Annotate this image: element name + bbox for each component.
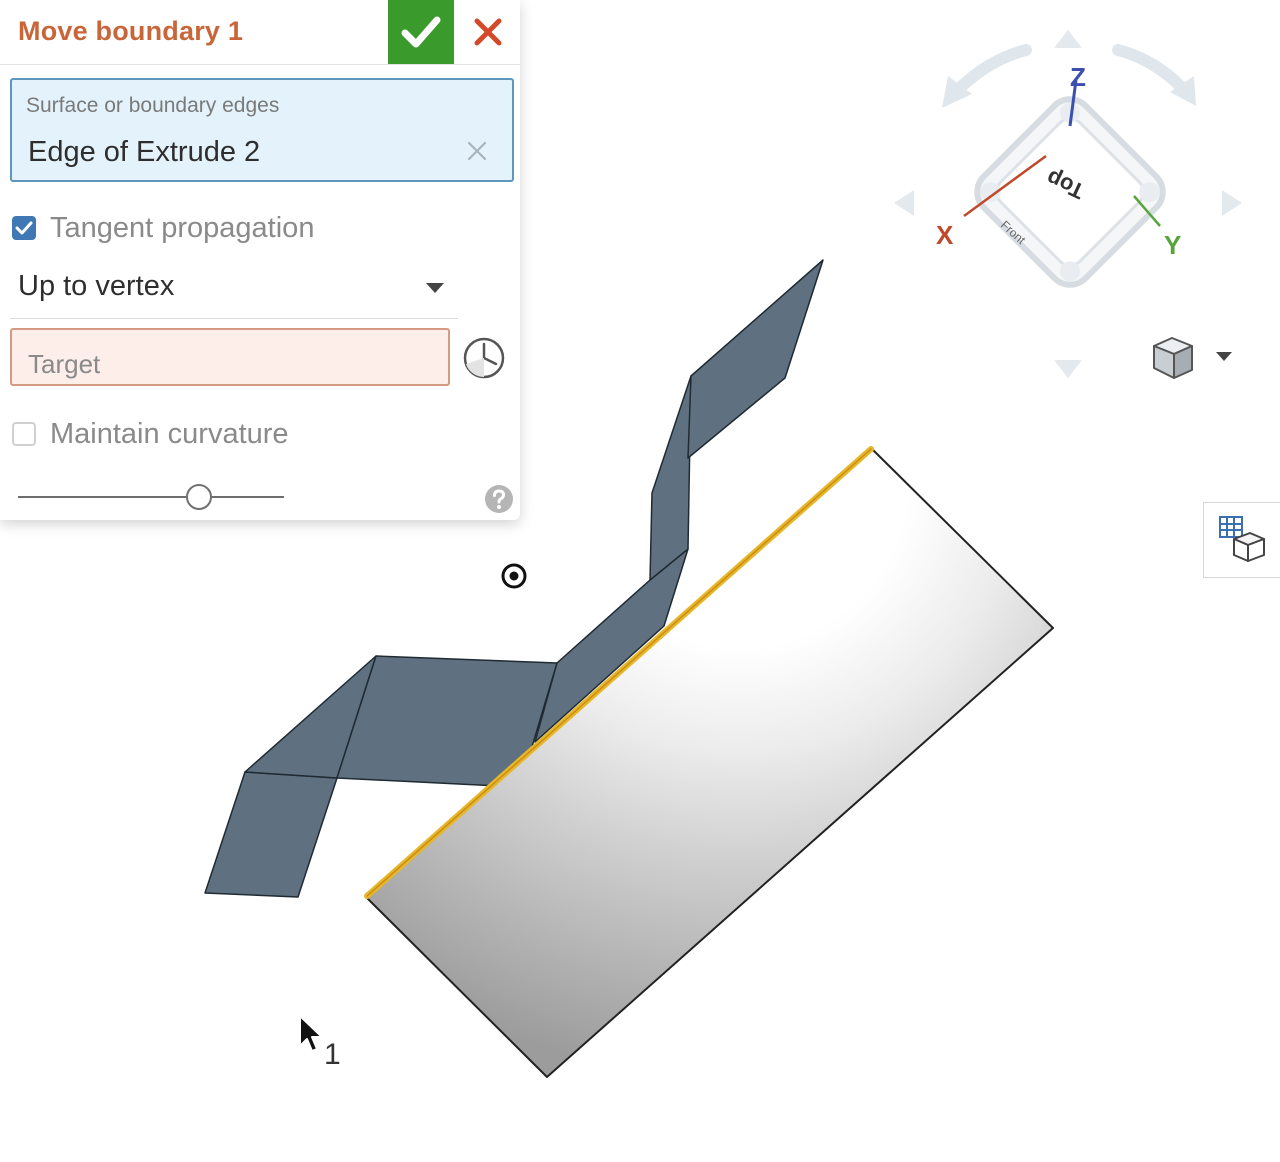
view-up-arrow[interactable] [1054, 30, 1082, 48]
dialog-header: Move boundary 1 [0, 0, 520, 65]
close-icon [474, 18, 502, 46]
view-right-arrow[interactable] [1222, 190, 1242, 216]
selection-value[interactable]: Edge of Extrude 2 [28, 136, 260, 169]
side-panel-button[interactable] [1203, 502, 1280, 578]
check-icon [401, 16, 441, 48]
target-input[interactable] [10, 328, 450, 386]
clear-x-icon[interactable] [464, 138, 490, 164]
view-options-button[interactable] [1148, 332, 1244, 388]
move-boundary-dialog: Move boundary 1 Surface or boundary edge… [0, 0, 520, 520]
maintain-curvature-label: Maintain curvature [50, 417, 289, 450]
axis-x-label: X [936, 220, 954, 250]
surface-face[interactable] [687, 259, 824, 459]
cancel-button[interactable] [456, 0, 520, 64]
grid-cube-icon [1219, 516, 1265, 562]
end-type-dropdown[interactable]: Up to vertex [10, 262, 458, 319]
tangent-propagation-label: Tangent propagation [50, 211, 315, 244]
help-icon[interactable] [484, 484, 514, 514]
selection-label: Surface or boundary edges [26, 94, 280, 117]
surface-face[interactable] [204, 771, 338, 898]
chevron-down-icon [1216, 352, 1232, 361]
maintain-curvature-checkbox[interactable] [12, 422, 36, 446]
boundary-edges-selection[interactable]: Surface or boundary edges Edge of Extrud… [10, 78, 514, 182]
pivot-icon[interactable] [500, 562, 528, 590]
accept-button[interactable] [388, 0, 454, 64]
rotate-right-arrow[interactable] [1112, 44, 1190, 96]
view-left-arrow[interactable] [894, 190, 914, 216]
end-type-value: Up to vertex [18, 270, 175, 302]
rotate-left-arrow[interactable] [952, 44, 1032, 96]
slider-knob[interactable] [185, 484, 212, 510]
surface-face[interactable] [649, 375, 692, 581]
slider-track[interactable] [18, 496, 284, 498]
tangent-propagation-row[interactable]: Tangent propagation [12, 212, 314, 244]
chevron-down-icon [426, 283, 444, 293]
mouse-cursor: 1 [298, 1014, 348, 1074]
clock-icon[interactable] [460, 334, 508, 382]
cursor-badge: 1 [324, 1038, 341, 1071]
axis-z-label: Z [1070, 62, 1086, 92]
axis-y-label: Y [1164, 230, 1182, 260]
view-down-arrow[interactable] [1054, 360, 1082, 378]
dialog-title: Move boundary 1 [18, 16, 244, 46]
maintain-curvature-row[interactable]: Maintain curvature [12, 418, 289, 450]
checkmark-icon [15, 221, 33, 235]
tangent-propagation-checkbox[interactable] [12, 216, 36, 240]
curvature-slider[interactable] [18, 478, 286, 518]
